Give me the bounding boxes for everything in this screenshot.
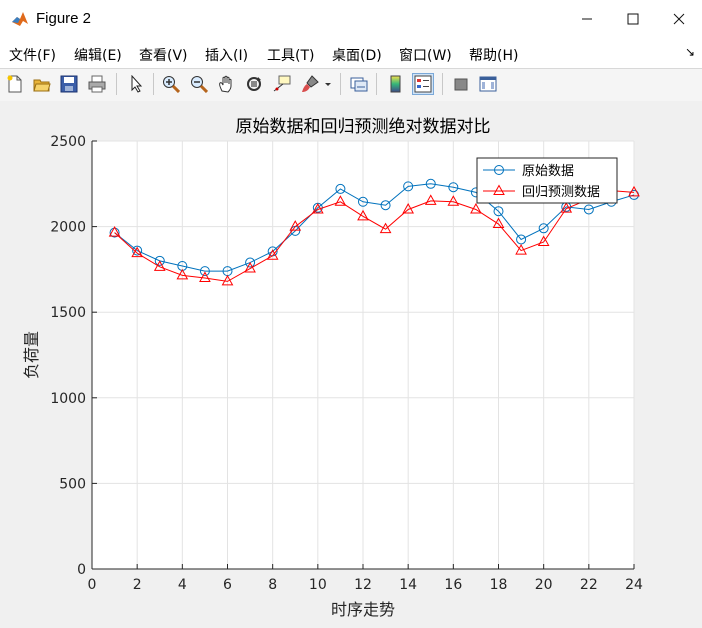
x-tick-label: 12 xyxy=(354,577,372,593)
x-tick-label: 4 xyxy=(178,577,187,593)
menu-window[interactable]: 窗口(W) xyxy=(399,45,452,65)
toolbar-separator xyxy=(153,73,154,95)
y-tick-label: 0 xyxy=(77,562,86,578)
y-tick-label: 2500 xyxy=(50,134,86,150)
dropdown-arrow-icon xyxy=(325,83,331,86)
link-plot-icon xyxy=(350,77,368,92)
new-figure-button[interactable] xyxy=(4,73,26,95)
zoom-out-icon xyxy=(191,76,208,93)
minimize-icon xyxy=(582,18,592,20)
x-tick-label: 6 xyxy=(223,577,232,593)
menu-file[interactable]: 文件(F) xyxy=(9,45,56,65)
show-plot-tools-button[interactable] xyxy=(477,73,499,95)
hide-plot-tools-button[interactable] xyxy=(450,73,472,95)
menu-insert[interactable]: 插入(I) xyxy=(205,45,248,65)
x-tick-label: 24 xyxy=(625,577,643,593)
close-icon xyxy=(673,13,685,25)
x-tick-label: 16 xyxy=(444,577,462,593)
legend-label: 回归预测数据 xyxy=(522,185,600,200)
x-tick-label: 2 xyxy=(133,577,142,593)
x-tick-label: 14 xyxy=(399,577,417,593)
y-tick-label: 500 xyxy=(59,476,86,492)
pan-icon xyxy=(219,75,232,93)
y-tick-label: 1000 xyxy=(50,391,86,407)
window-titlebar: Figure 2 xyxy=(0,0,702,38)
legend-icon xyxy=(414,75,432,93)
open-file-button[interactable] xyxy=(31,73,53,95)
menu-tools[interactable]: 工具(T) xyxy=(267,45,314,65)
x-tick-label: 18 xyxy=(490,577,508,593)
x-tick-label: 10 xyxy=(309,577,327,593)
show-plot-tools-icon xyxy=(479,76,497,92)
print-icon xyxy=(88,75,106,93)
pointer-icon xyxy=(131,75,143,93)
link-plot-button[interactable] xyxy=(348,73,370,95)
y-tick-label: 1500 xyxy=(50,305,86,321)
menu-edit[interactable]: 编辑(E) xyxy=(74,45,122,65)
y-axis-label: 负荷量 xyxy=(22,331,41,379)
zoom-in-button[interactable] xyxy=(160,73,182,95)
maximize-button[interactable] xyxy=(610,0,656,38)
x-axis-label: 时序走势 xyxy=(331,600,395,619)
toolbar-separator xyxy=(116,73,117,95)
menu-desktop[interactable]: 桌面(D) xyxy=(332,45,382,65)
zoom-out-button[interactable] xyxy=(188,73,210,95)
zoom-in-icon xyxy=(163,76,180,93)
matlab-logo-icon xyxy=(12,12,28,26)
x-tick-label: 8 xyxy=(268,577,277,593)
brush-dropdown-button[interactable] xyxy=(322,73,334,95)
colorbar-icon xyxy=(390,75,401,93)
figure-canvas: 0 2 4 6 8 10 12 14 16 18 20 22 24 0 500 1000 1500 2000 250… xyxy=(0,101,702,628)
insert-legend-button[interactable] xyxy=(412,73,434,95)
line-chart[interactable]: 0 2 4 6 8 10 12 14 16 18 20 22 240500100015002000250… xyxy=(0,101,702,628)
figure-toolbar xyxy=(0,68,702,102)
window-title: Figure 2 xyxy=(36,10,92,27)
x-tick-label: 22 xyxy=(580,577,598,593)
toolbar-separator xyxy=(442,73,443,95)
hide-plot-tools-icon xyxy=(454,78,468,91)
chart-title: 原始数据和回归预测绝对数据对比 xyxy=(236,117,491,137)
legend-label: 原始数据 xyxy=(522,164,574,179)
minimize-button[interactable] xyxy=(564,0,610,38)
toolbar-separator xyxy=(340,73,341,95)
brush-icon xyxy=(302,75,319,92)
data-cursor-button[interactable] xyxy=(271,73,293,95)
data-cursor-icon xyxy=(273,75,291,92)
menu-bar: 文件(F) 编辑(E) 查看(V) 插入(I) 工具(T) 桌面(D) 窗口(W… xyxy=(0,38,702,68)
x-tick-label: 20 xyxy=(535,577,553,593)
menu-view[interactable]: 查看(V) xyxy=(139,45,188,65)
print-button[interactable] xyxy=(86,73,108,95)
maximize-icon xyxy=(627,13,639,25)
menu-dock-icon[interactable]: ↘ xyxy=(685,45,695,59)
brush-button[interactable] xyxy=(299,73,321,95)
insert-colorbar-button[interactable] xyxy=(385,73,407,95)
toolbar-separator xyxy=(376,73,377,95)
menu-help[interactable]: 帮助(H) xyxy=(469,45,518,65)
rotate-3d-button[interactable] xyxy=(243,73,265,95)
close-button[interactable] xyxy=(656,0,702,38)
x-tick-label: 0 xyxy=(88,577,97,593)
rotate-3d-icon xyxy=(247,77,261,91)
pan-button[interactable] xyxy=(215,73,237,95)
save-icon xyxy=(60,75,78,93)
new-figure-icon xyxy=(7,75,22,93)
open-file-icon xyxy=(33,79,51,92)
edit-plot-button[interactable] xyxy=(125,73,147,95)
y-tick-label: 2000 xyxy=(50,220,86,236)
save-button[interactable] xyxy=(58,73,80,95)
